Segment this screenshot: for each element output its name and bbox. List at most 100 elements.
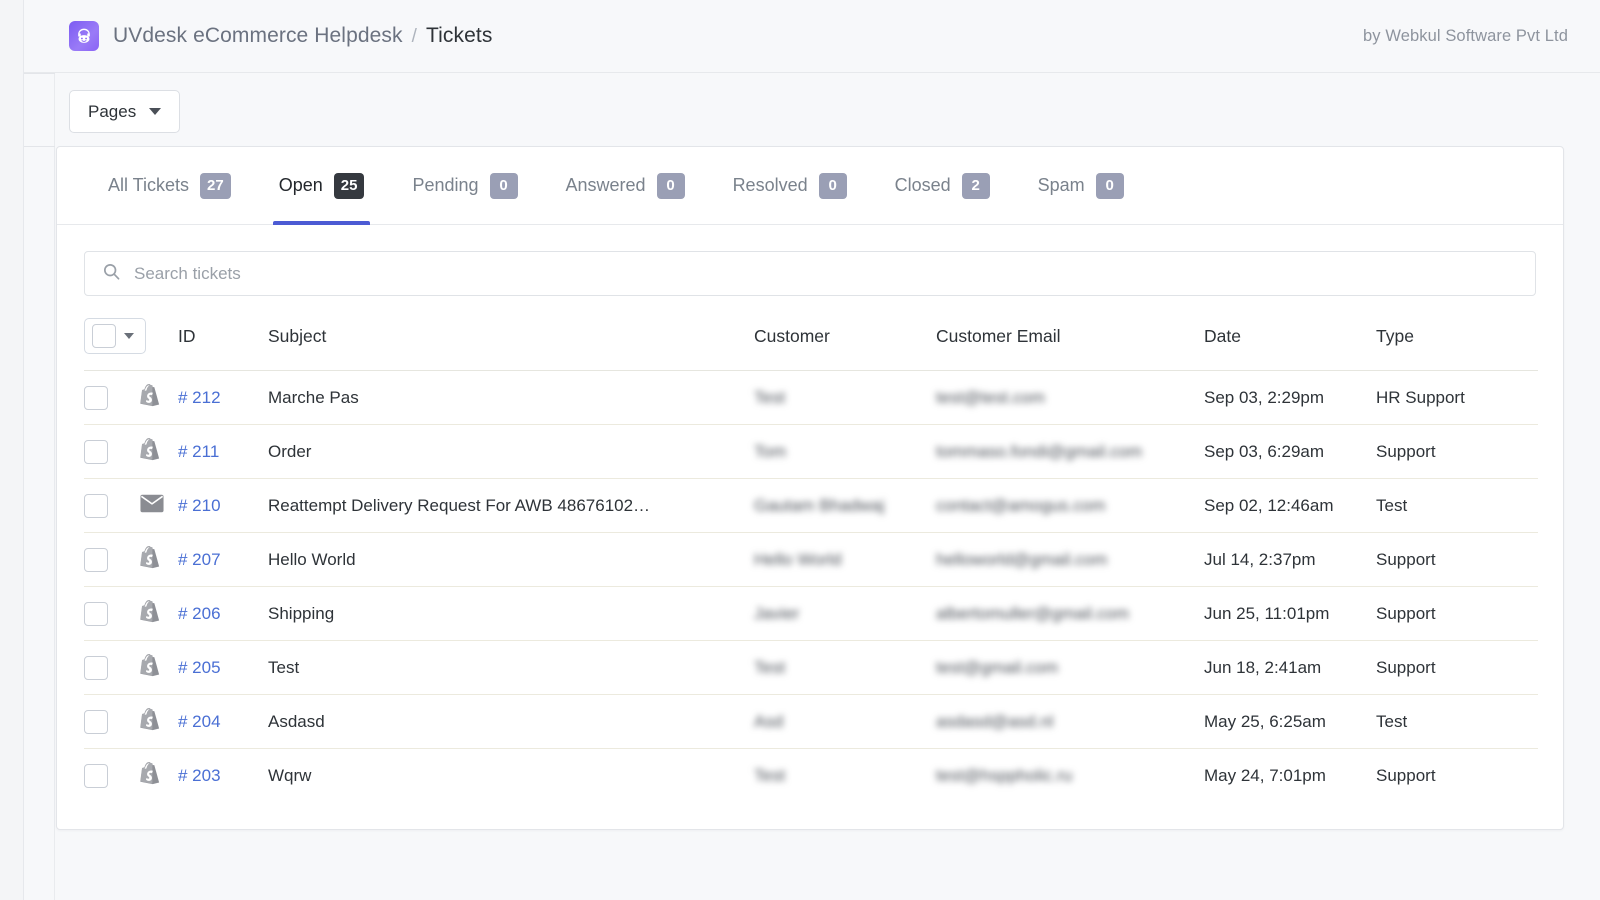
breadcrumb: UVdesk eCommerce Helpdesk / Tickets [113,24,492,48]
table-row[interactable]: # 212 Marche PasTest test@test.com Sep 03, … [84,371,1538,425]
row-customer-cell: Javier [754,587,936,641]
customer-name: Test [754,388,785,408]
ticket-subject-link[interactable]: Reattempt Delivery Request For AWB 48676… [268,496,754,516]
chevron-down-icon [149,108,161,115]
table-row[interactable]: # 203WqrwTesttest@hsppholic.ruMay 24, 7:… [84,749,1538,803]
shopify-icon [140,438,178,466]
row-customer-email-cell: test@test.com [936,371,1204,425]
left-rail-outer [0,0,24,900]
row-customer-email-cell: tommaso.fondi@gmail.com [936,425,1204,479]
row-channel-cell [140,695,178,749]
ticket-date: Sep 02, 12:46am [1204,496,1333,515]
row-customer-email-cell: albertomuller@gmail.com [936,587,1204,641]
ticket-id-link[interactable]: # 211 [178,442,219,461]
ticket-subject-link[interactable]: Wqrw [268,766,754,786]
tab-pending[interactable]: Pending0 [388,147,541,225]
tab-open[interactable]: Open25 [255,147,389,225]
row-subject-cell: Order [268,425,754,479]
customer-name: Test [754,658,785,678]
tab-answered[interactable]: Answered0 [542,147,709,225]
pages-dropdown-button[interactable]: Pages [69,90,180,133]
tab-all-tickets[interactable]: All Tickets27 [84,147,255,225]
row-type-cell: Test [1376,479,1538,533]
row-type-cell: HR Support [1376,371,1538,425]
select-all-header [84,296,140,371]
search-input[interactable] [134,264,1518,284]
table-row[interactable]: # 210 Reattempt Delivery Request For AWB … [84,479,1538,533]
select-all-dropdown[interactable] [84,318,146,354]
customer-email: test@test.com [936,388,1045,408]
row-channel-cell [140,479,178,533]
tab-closed[interactable]: Closed2 [871,147,1014,225]
row-type-cell: Support [1376,641,1538,695]
ticket-id-link[interactable]: # 205 [178,658,221,677]
ticket-type: Support [1376,604,1436,623]
pages-dropdown-label: Pages [88,102,136,122]
row-checkbox[interactable] [84,764,108,788]
ticket-subject-link[interactable]: Hello World [268,550,754,570]
row-subject-cell: Asdasd [268,695,754,749]
row-checkbox[interactable] [84,656,108,680]
row-customer-cell: Test [754,641,936,695]
table-row[interactable]: # 204AsdasdAsdasdasd@asd.nlMay 25, 6:25a… [84,695,1538,749]
row-checkbox[interactable] [84,548,108,572]
ticket-subject-link[interactable]: Asdasd [268,712,754,732]
customer-name: Test [754,766,785,786]
row-checkbox[interactable] [84,710,108,734]
column-header-id[interactable]: ID [178,296,268,371]
row-checkbox[interactable] [84,494,108,518]
ticket-subject-link[interactable]: Order [268,442,754,462]
mail-icon [140,494,178,518]
shopify-icon [140,546,178,574]
ticket-type: Support [1376,766,1436,785]
vendor-byline: by Webkul Software Pvt Ltd [1363,27,1568,46]
ticket-date: Sep 03, 2:29pm [1204,388,1324,407]
ticket-id-link[interactable]: # 204 [178,712,221,731]
ticket-id-link[interactable]: # 207 [178,550,221,569]
row-subject-cell: Test [268,641,754,695]
ticket-subject-link[interactable]: Marche Pas [268,388,754,408]
ticket-id-link[interactable]: # 203 [178,766,221,785]
ticket-date: May 25, 6:25am [1204,712,1326,731]
row-checkbox[interactable] [84,440,108,464]
ticket-subject-link[interactable]: Shipping [268,604,754,624]
search-box[interactable] [84,251,1536,296]
shopify-icon [140,600,178,628]
ticket-date: May 24, 7:01pm [1204,766,1326,785]
row-id-cell: # 211 [178,425,268,479]
ticket-type: Test [1376,496,1407,515]
table-row[interactable]: # 205 TestTest test@gmail.comJun 18, 2:41a… [84,641,1538,695]
column-header-customer-email[interactable]: Customer Email [936,296,1204,371]
breadcrumb-app-name[interactable]: UVdesk eCommerce Helpdesk [113,24,403,48]
ticket-id-link[interactable]: # 210 [178,496,221,515]
tab-spam[interactable]: Spam0 [1014,147,1148,225]
table-row[interactable]: # 211OrderTomtommaso.fondi@gmail.comSep … [84,425,1538,479]
row-channel-cell [140,425,178,479]
customer-email: asdasd@asd.nl [936,712,1053,732]
table-row[interactable]: # 206 ShippingJavieralbertomuller@gmail.c… [84,587,1538,641]
row-checkbox[interactable] [84,386,108,410]
ticket-id-link[interactable]: # 212 [178,388,221,407]
row-date-cell: Jun 25, 11:01pm [1204,587,1376,641]
tickets-card: All Tickets27Open25Pending0Answered0Reso… [56,146,1564,830]
row-type-cell: Support [1376,425,1538,479]
ticket-subject-link[interactable]: Test [268,658,754,678]
column-header-subject[interactable]: Subject [268,296,754,371]
row-checkbox[interactable] [84,602,108,626]
row-date-cell: Jun 18, 2:41am [1204,641,1376,695]
column-header-customer[interactable]: Customer [754,296,936,371]
ticket-date: Jul 14, 2:37pm [1204,550,1316,569]
tab-resolved[interactable]: Resolved0 [709,147,871,225]
column-header-type[interactable]: Type [1376,296,1538,371]
ticket-id-link[interactable]: # 206 [178,604,221,623]
row-customer-email-cell: test@gmail.com [936,641,1204,695]
ticket-status-tabs: All Tickets27Open25Pending0Answered0Reso… [57,147,1563,225]
select-all-checkbox[interactable] [92,324,116,348]
top-bar: UVdesk eCommerce Helpdesk / Tickets by W… [24,0,1600,73]
tab-count-badge: 0 [657,173,685,199]
column-header-date[interactable]: Date [1204,296,1376,371]
left-rail-inner [24,73,55,900]
ticket-type: Test [1376,712,1407,731]
table-row[interactable]: # 207Hello WorldHello Worldhelloworld@gm… [84,533,1538,587]
ticket-type: Support [1376,550,1436,569]
